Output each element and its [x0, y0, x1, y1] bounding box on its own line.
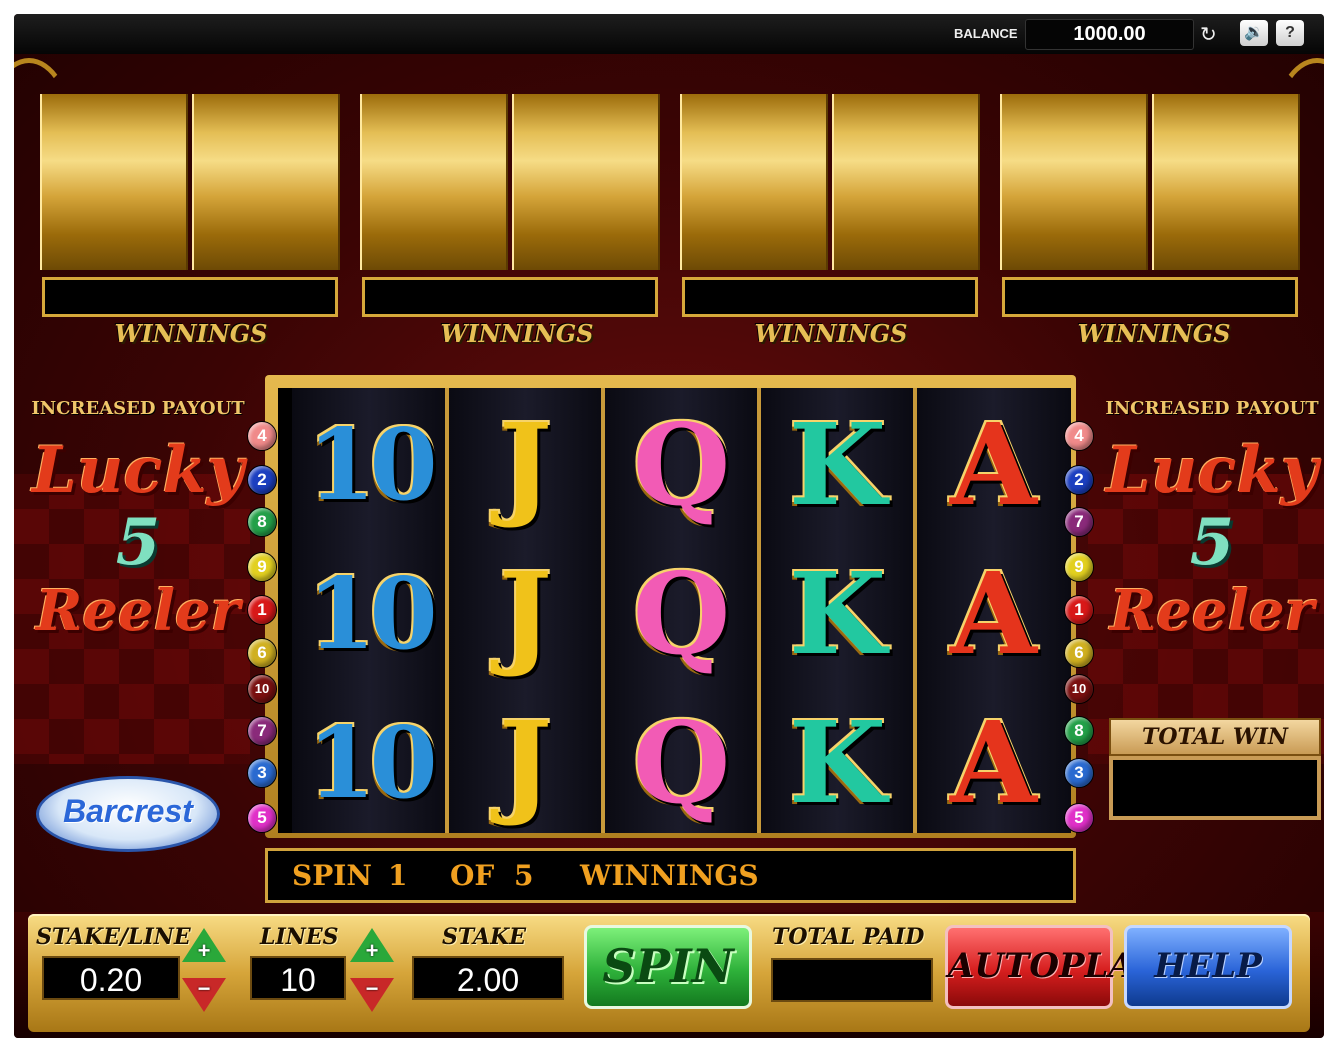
spin-button[interactable]: SPIN — [584, 925, 752, 1009]
increased-payout-label: INCREASED PAYOUT — [31, 398, 245, 419]
plus-icon: + — [197, 938, 211, 963]
five-logo-text: 5 — [115, 505, 161, 580]
board-panel — [192, 94, 340, 270]
balance-label: BALANCE — [954, 26, 1018, 41]
payline-right-8[interactable]: 8 — [1064, 716, 1094, 746]
reel-symbol: Q — [632, 698, 731, 829]
reel-symbol: Q — [632, 549, 731, 680]
spin-label: SPIN — [292, 859, 372, 892]
lucky-logo-text: Lucky — [1105, 433, 1319, 508]
reel-symbol: 10 — [307, 557, 437, 672]
payline-left-4[interactable]: 4 — [247, 421, 277, 451]
stake-line-label: STAKE/LINE — [36, 924, 191, 950]
reel-symbol: J — [499, 549, 552, 680]
winnings-box-1 — [42, 277, 338, 317]
bonus-board-1 — [40, 94, 342, 270]
stake-label: STAKE — [442, 924, 527, 950]
autoplay-button[interactable]: AUTOPLAY — [945, 925, 1157, 1009]
payline-right-4[interactable]: 4 — [1064, 421, 1094, 451]
sound-icon[interactable]: 🔉 — [1240, 20, 1268, 46]
payline-right-6[interactable]: 6 — [1064, 638, 1094, 668]
reel-symbol: J — [499, 400, 552, 531]
of-label: OF — [450, 859, 495, 892]
winnings-label-1: WINNINGS — [114, 319, 268, 348]
reel-symbol: K — [788, 400, 887, 531]
reeler-logo-text: Reeler — [35, 578, 241, 644]
payline-right-2[interactable]: 2 — [1064, 465, 1094, 495]
reeler-logo-text: Reeler — [1109, 578, 1315, 644]
total-paid-value — [771, 958, 933, 1002]
reel-symbol: 10 — [307, 706, 437, 821]
help-button[interactable]: HELP — [1124, 925, 1292, 1009]
bonus-board-3 — [680, 94, 982, 270]
increased-payout-label: INCREASED PAYOUT — [1105, 398, 1319, 419]
payline-left-6[interactable]: 6 — [247, 638, 277, 668]
winnings-box-2 — [362, 277, 658, 317]
stake-value: 2.00 — [412, 956, 564, 1000]
payline-right-1[interactable]: 1 — [1064, 595, 1094, 625]
payline-right-9[interactable]: 9 — [1064, 552, 1094, 582]
board-panel — [360, 94, 508, 270]
five-logo-text: 5 — [1189, 505, 1235, 580]
board-panel — [40, 94, 188, 270]
reel-symbol: A — [950, 549, 1037, 680]
lucky-logo-text: Lucky — [31, 433, 245, 508]
reel-symbol: K — [788, 698, 887, 829]
winnings-label: WINNINGS — [580, 859, 759, 892]
payline-left-9[interactable]: 9 — [247, 552, 277, 582]
stake-line-value: 0.20 — [42, 956, 180, 1000]
right-logo-panel: INCREASED PAYOUT Lucky 5 Reeler — [1094, 398, 1324, 644]
winnings-label-3: WINNINGS — [754, 319, 908, 348]
reel-symbol: A — [950, 400, 1037, 531]
payline-right-5[interactable]: 5 — [1064, 803, 1094, 833]
winnings-box-4 — [1002, 277, 1298, 317]
slot-game: BALANCE 1000.00 ↻ 🔉 ? WINNINGS WINNINGS … — [14, 14, 1324, 1038]
bonus-board-4 — [1000, 94, 1302, 270]
payline-right-3[interactable]: 3 — [1064, 758, 1094, 788]
reel-symbol: Q — [632, 400, 731, 531]
payline-left-3[interactable]: 3 — [247, 758, 277, 788]
board-panel — [1152, 94, 1300, 270]
winnings-label-4: WINNINGS — [1077, 319, 1231, 348]
total-paid-label: TOTAL PAID — [772, 924, 925, 950]
refresh-icon[interactable]: ↻ — [1200, 22, 1217, 47]
spin-total: 5 — [514, 859, 534, 892]
reel-symbol: A — [950, 698, 1037, 829]
board-panel — [680, 94, 828, 270]
barcrest-logo: Barcrest — [36, 776, 220, 852]
board-panel — [832, 94, 980, 270]
spin-status-bar: SPIN 1 OF 5 WINNINGS — [265, 848, 1076, 903]
minus-icon: − — [197, 976, 211, 1001]
lines-label: LINES — [260, 924, 339, 950]
board-panel — [512, 94, 660, 270]
spin-number: 1 — [388, 859, 408, 892]
payline-left-8[interactable]: 8 — [247, 507, 277, 537]
left-logo-panel: INCREASED PAYOUT Lucky 5 Reeler — [20, 398, 256, 644]
reel-symbol: J — [499, 698, 552, 829]
payline-left-7[interactable]: 7 — [247, 716, 277, 746]
winnings-label-2: WINNINGS — [440, 319, 594, 348]
plus-icon: + — [365, 938, 379, 963]
payline-left-5[interactable]: 5 — [247, 803, 277, 833]
top-bar: BALANCE 1000.00 ↻ 🔉 ? — [14, 14, 1324, 54]
payline-left-2[interactable]: 2 — [247, 465, 277, 495]
help-icon[interactable]: ? — [1276, 20, 1304, 46]
payline-left-1[interactable]: 1 — [247, 595, 277, 625]
payline-right-10[interactable]: 10 — [1064, 674, 1094, 704]
total-win-label: TOTAL WIN — [1109, 718, 1321, 756]
reel-symbol: 10 — [307, 408, 437, 523]
reel-symbol: K — [788, 549, 887, 680]
minus-icon: − — [365, 976, 379, 1001]
lines-value: 10 — [250, 956, 346, 1000]
payline-right-7[interactable]: 7 — [1064, 507, 1094, 537]
board-panel — [1000, 94, 1148, 270]
balance-value: 1000.00 — [1025, 19, 1194, 50]
winnings-box-3 — [682, 277, 978, 317]
total-win-value — [1109, 756, 1321, 820]
bonus-board-2 — [360, 94, 662, 270]
payline-left-10[interactable]: 10 — [247, 674, 277, 704]
